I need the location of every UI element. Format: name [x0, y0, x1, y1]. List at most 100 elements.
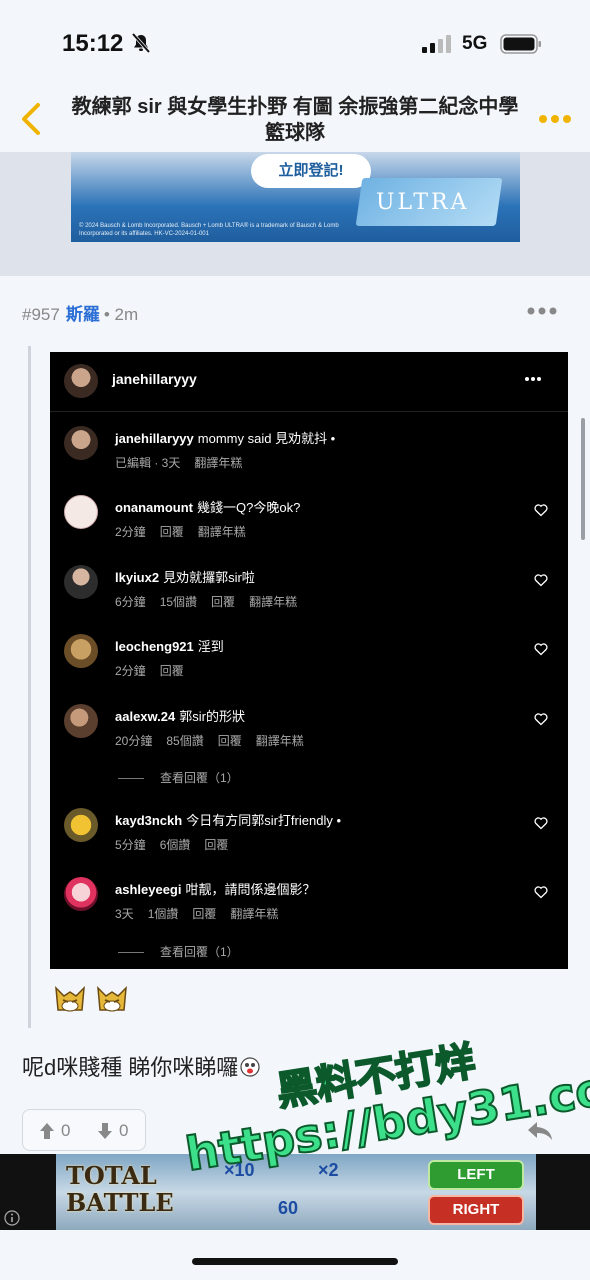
heart-icon [534, 713, 548, 726]
ig-meta-reply: 回覆 [192, 907, 217, 921]
view-replies-link: 查看回覆（1） [118, 769, 239, 786]
ad-banner-top-container: 立即登記! ULTRA © 2024 Bausch & Lomb Incorpo… [0, 152, 590, 276]
heart-icon [534, 504, 548, 517]
ig-meta-translate: 翻譯年糕 [249, 595, 298, 609]
ig-more-icon [525, 377, 541, 381]
network-type: 5G [462, 33, 488, 54]
ig-comment-user: lkyiux2 [115, 570, 160, 585]
ig-comment-user: leocheng921 [115, 639, 194, 654]
ig-meta-likes: 6個讚 [159, 838, 191, 852]
ad-banner-bottom[interactable]: TOTAL BATTLE ×10 ×2 60 LEFT RIGHT [56, 1154, 536, 1230]
post-number: #957 [22, 305, 60, 324]
ig-header-username: janehillaryyy [112, 371, 197, 387]
post-body: 呢d咪賤種 睇你咪睇囉 [22, 1050, 260, 1082]
post-more-icon[interactable] [527, 306, 557, 316]
home-indicator[interactable] [192, 1258, 398, 1265]
ig-meta-time: 6分鐘 [115, 595, 146, 609]
ig-comment-text: 見劝就攞郭sir啦 [163, 570, 255, 585]
ig-meta-translate: 翻譯年糕 [230, 907, 279, 921]
ig-comment-user: ashleyeegi [115, 882, 182, 897]
scrollbar[interactable] [581, 418, 585, 540]
ig-meta-time: 已編輯 · 3天 [115, 456, 181, 470]
ad-banner-top[interactable]: 立即登記! ULTRA © 2024 Bausch & Lomb Incorpo… [71, 152, 520, 242]
reply-icon[interactable] [526, 1120, 554, 1142]
ad-game-title-line2: BATTLE [66, 1188, 174, 1217]
ig-comment-text: 郭sir的形狀 [179, 709, 245, 724]
heart-icon [534, 643, 548, 656]
ig-meta-reply: 回覆 [217, 734, 242, 748]
ig-comment-user: kayd3nckh [115, 813, 183, 828]
downvote-count: 0 [119, 1121, 129, 1140]
ig-comment-meta: 2分鐘 回覆 翻譯年糕 [115, 523, 260, 540]
ig-comment-line: aalexw.24 郭sir的形狀 [115, 706, 245, 725]
ad-game-title: TOTAL BATTLE [66, 1162, 174, 1216]
heart-icon [534, 886, 548, 899]
avatar [64, 565, 98, 599]
quote-indicator [28, 346, 31, 1028]
ig-comment-line: leocheng921 淫到 [115, 636, 224, 655]
ad-right-button[interactable]: RIGHT [428, 1195, 524, 1225]
ig-meta-time: 2分鐘 [115, 525, 146, 539]
ad-game-title-line1: TOTAL [66, 1161, 157, 1190]
heart-icon [534, 574, 548, 587]
post-body-text: 呢d咪賤種 睇你咪睇囉 [22, 1055, 239, 1080]
watermark-text: 黑料不打烊 [273, 1038, 480, 1117]
status-bar: 15:12 5G [0, 0, 590, 88]
ig-comment-meta: 20分鐘 85個讚 回覆 翻譯年糕 [115, 732, 318, 749]
ig-meta-likes: 15個讚 [159, 595, 198, 609]
bell-mute-icon [131, 32, 151, 54]
more-options-icon[interactable] [538, 114, 572, 124]
thread-title: 教練郭 sir 與女學生扑野 有圖 余振強第二紀念中學籃球隊 [71, 96, 519, 144]
ig-meta-translate: 翻譯年糕 [194, 456, 243, 470]
ig-comment: ashleyeegi 咁靓，請問係邊個影？ 3天 1個讚 回覆 翻譯年糕 [50, 877, 568, 939]
ig-comment-meta: 2分鐘 回覆 [115, 662, 198, 679]
ig-comment-line: janehillaryyy mommy said 見劝就抖 • [115, 428, 335, 447]
ig-comment-user: janehillaryyy [115, 431, 194, 446]
ad-info-icon[interactable] [4, 1210, 20, 1226]
ad-army-count: 60 [278, 1198, 299, 1218]
ig-meta-translate: 翻譯年糕 [197, 525, 246, 539]
ig-comment: janehillaryyy mommy said 見劝就抖 • 已編輯 · 3天翻… [50, 426, 568, 488]
ig-comment: kayd3nckh 今日有方同郭sir打friendly • 5分鐘 6個讚 回覆 [50, 808, 568, 870]
ig-comment-meta: 5分鐘 6個讚 回覆 [115, 836, 242, 853]
cellular-signal-icon [422, 35, 451, 53]
ig-comment-meta: 已編輯 · 3天 翻譯年糕 [115, 454, 256, 471]
ig-comment-line: ashleyeegi 咁靓，請問係邊個影？ [115, 879, 316, 898]
post-author[interactable]: 斯羅 [66, 305, 100, 324]
thumb-up-arrow-icon[interactable] [39, 1122, 55, 1140]
ad-register-button[interactable]: 立即登記! [251, 154, 371, 188]
ig-comment: lkyiux2 見劝就攞郭sir啦 6分鐘 15個讚 回覆 翻譯年糕 [50, 565, 568, 627]
ig-meta-time: 20分鐘 [115, 734, 153, 748]
ig-comment: aalexw.24 郭sir的形狀 20分鐘 85個讚 回覆 翻譯年糕 [50, 704, 568, 766]
avatar [64, 877, 98, 911]
ad-left-button[interactable]: LEFT [428, 1160, 524, 1190]
ig-meta-reply: 回覆 [211, 595, 236, 609]
ig-comment-user: onanamount [115, 500, 193, 515]
ig-comment-line: kayd3nckh 今日有方同郭sir打friendly • [115, 810, 341, 829]
ig-comment: onanamount 幾錢一Q?今晚ok? 2分鐘 回覆 翻譯年糕 [50, 495, 568, 557]
ig-comment-user: aalexw.24 [115, 709, 176, 724]
ig-comment-line: lkyiux2 見劝就攞郭sir啦 [115, 567, 255, 586]
avatar [64, 495, 98, 529]
thumb-down-arrow-icon[interactable] [97, 1122, 113, 1140]
ig-meta-time: 5分鐘 [115, 838, 146, 852]
view-replies-link: 查看回覆（1） [118, 943, 239, 960]
ig-comment-meta: 3天 1個讚 回覆 翻譯年糕 [115, 905, 292, 922]
back-chevron-icon[interactable] [18, 102, 44, 136]
ig-meta-likes: 85個讚 [166, 734, 204, 748]
instagram-screenshot: janehillaryyy janehillaryyy mommy said 見劝… [50, 352, 568, 969]
avatar [64, 704, 98, 738]
ig-meta-likes: 1個讚 [147, 907, 179, 921]
post-meta: #957 斯羅 • 2m [22, 300, 138, 324]
ig-meta-reply: 回覆 [204, 838, 229, 852]
shocked-face-icon [240, 1057, 260, 1077]
ig-comment-text: 幾錢一Q?今晚ok? [197, 500, 301, 515]
avatar [64, 426, 98, 460]
angry-cat-sticker-icon [55, 986, 85, 1012]
ig-comment: leocheng921 淫到 2分鐘 回覆 [50, 634, 568, 696]
heart-icon [534, 817, 548, 830]
ig-meta-time: 2分鐘 [115, 664, 146, 678]
ad-multiplier-a: ×10 [224, 1160, 255, 1180]
ad-fine-print: © 2024 Bausch & Lomb Incorporated. Bausc… [79, 223, 339, 237]
ig-meta-translate: 翻譯年糕 [255, 734, 304, 748]
